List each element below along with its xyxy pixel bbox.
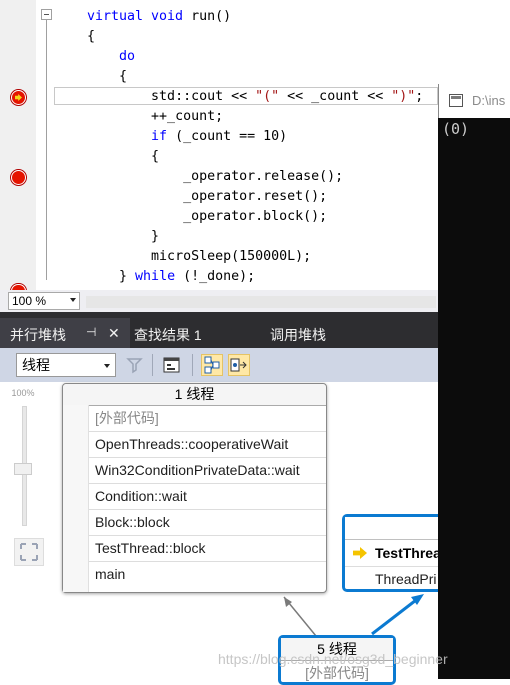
stack-frame[interactable]: [外部代码] bbox=[89, 406, 326, 432]
stack-frame[interactable]: main bbox=[89, 562, 326, 588]
stack-frame[interactable]: OpenThreads::cooperativeWait bbox=[89, 432, 326, 458]
stack-frame[interactable]: Block::block bbox=[89, 510, 326, 536]
watermark: https://blog.csdn.net/osg3d_beginner bbox=[218, 651, 448, 667]
node-frame-gutter bbox=[63, 405, 89, 592]
stack-node-main[interactable]: 1 线程 [外部代码] OpenThreads::cooperativeWait… bbox=[62, 383, 327, 593]
console-body bbox=[438, 348, 510, 679]
node-header bbox=[345, 517, 449, 540]
stack-frame[interactable]: Condition::wait bbox=[89, 484, 326, 510]
stack-frame[interactable]: Win32ConditionPrivateData::wait bbox=[89, 458, 326, 484]
node-header: 1 线程 bbox=[63, 384, 326, 406]
stack-node-testthread[interactable]: TestThrea ThreadPri bbox=[342, 514, 452, 592]
stack-frame[interactable]: TestThread::block bbox=[89, 536, 326, 562]
